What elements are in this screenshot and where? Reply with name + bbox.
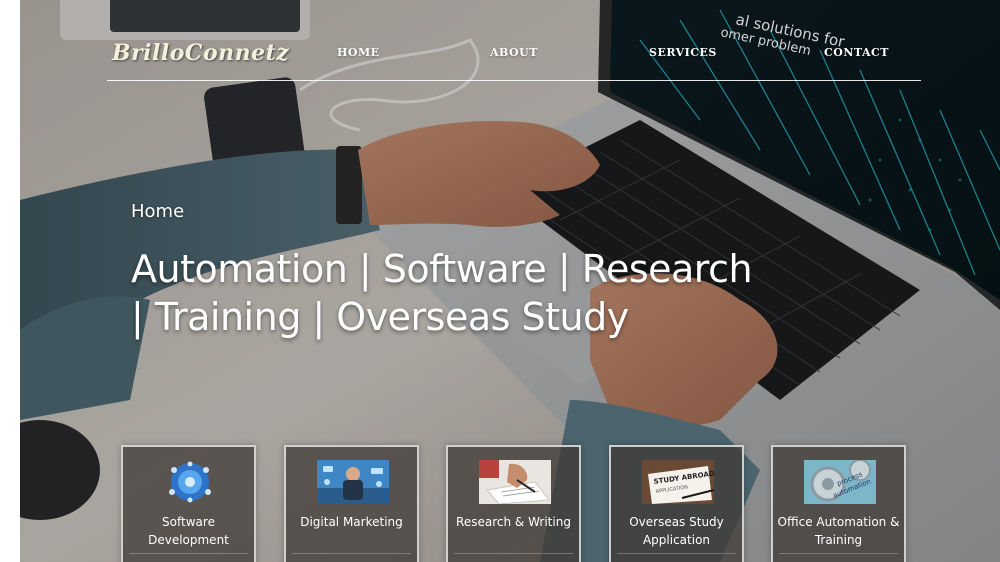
service-card-label: Digital Marketing [300, 515, 403, 529]
office-automation-image: process automation [804, 460, 876, 504]
nav-home[interactable]: HOME [337, 46, 380, 59]
service-card-overseas-study[interactable]: STUDY ABROAD APPLICATION Overseas Study … [609, 445, 744, 562]
page: al solutions for omer problem BrilloConn… [0, 0, 1000, 562]
hero-headline-line-1: Automation | Software | Research [131, 247, 753, 291]
overseas-study-image: STUDY ABROAD APPLICATION [642, 460, 714, 504]
breadcrumb[interactable]: Home [131, 201, 184, 222]
software-development-image [154, 460, 226, 504]
service-card-label: Research & Writing [456, 515, 571, 529]
service-card-label: Overseas Study Application [629, 515, 724, 547]
service-card-research-writing[interactable]: Research & Writing [446, 445, 581, 562]
card-divider [779, 553, 898, 554]
card-divider [454, 553, 573, 554]
card-divider [617, 553, 736, 554]
nav-services[interactable]: SERVICES [649, 46, 717, 59]
hero-headline-line-2: | Training | Overseas Study [131, 295, 629, 339]
digital-marketing-image [317, 460, 389, 504]
nav-underline-divider [107, 80, 921, 81]
service-card-label: Office Automation & Training [777, 515, 900, 547]
service-card-digital-marketing[interactable]: Digital Marketing [284, 445, 419, 562]
research-writing-image [479, 460, 551, 504]
card-divider [292, 553, 411, 554]
nav-about[interactable]: ABOUT [490, 46, 538, 59]
service-card-office-automation[interactable]: process automation Office Automation & T… [771, 445, 906, 562]
page-left-margin [0, 0, 20, 562]
hero-headline: Automation | Software | Research | Train… [131, 245, 791, 341]
nav-contact[interactable]: CONTACT [824, 46, 889, 59]
brand-logo[interactable]: BrilloConnetz [112, 40, 289, 66]
service-card-label: Software Development [148, 515, 229, 547]
service-card-software-development[interactable]: Software Development [121, 445, 256, 562]
card-divider [129, 553, 248, 554]
